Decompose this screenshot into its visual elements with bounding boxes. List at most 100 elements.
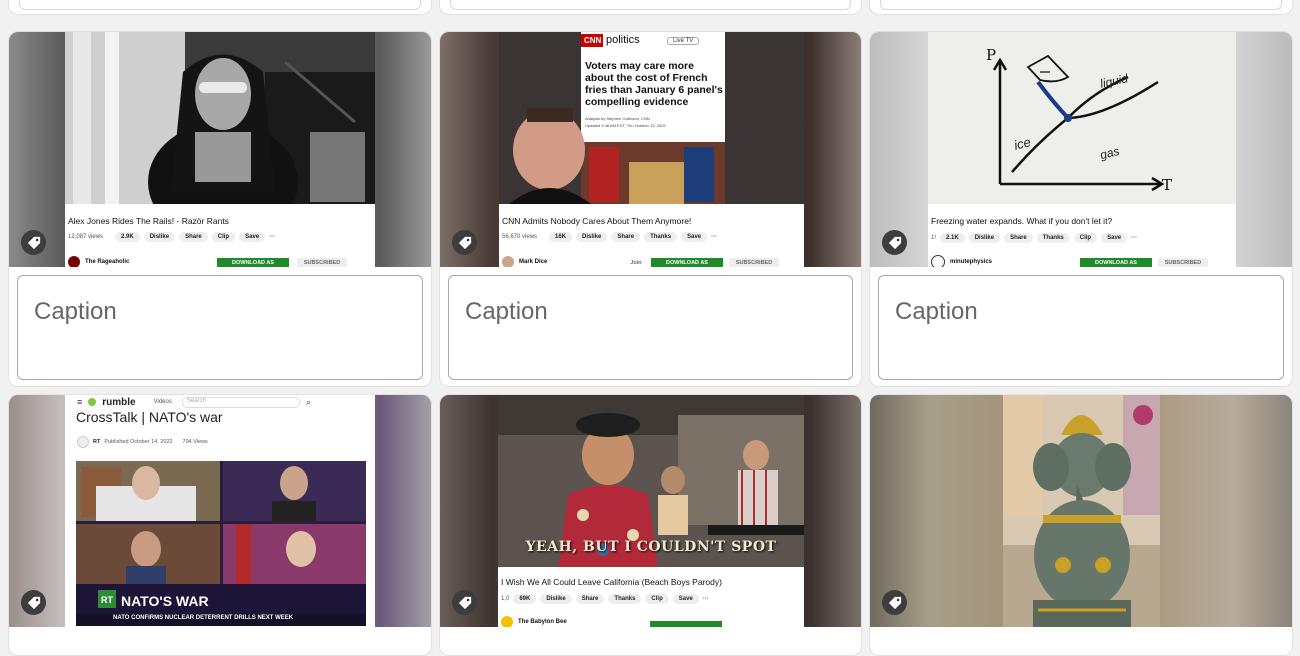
- more-icon[interactable]: ···: [703, 596, 709, 602]
- caption-input[interactable]: Caption: [17, 275, 423, 380]
- thumbnail[interactable]: Alex Jones Rides The Rails! - Razör Rant…: [9, 32, 431, 267]
- view-count: 794 Views: [182, 439, 208, 445]
- menu-icon[interactable]: ≡: [77, 397, 82, 407]
- card-top-partial-3: [869, 0, 1293, 15]
- more-icon[interactable]: ···: [269, 234, 275, 240]
- download-button[interactable]: [650, 621, 722, 627]
- caption-input[interactable]: Caption: [448, 275, 853, 380]
- channel-row: The Babylon Bee: [501, 615, 567, 627]
- thanks-button[interactable]: Thanks: [644, 232, 678, 242]
- thanks-button[interactable]: Thanks: [608, 594, 642, 604]
- thumbnail[interactable]: ≡ rumble Videos Search ⌕ CrossTalk | NAT…: [9, 395, 431, 627]
- download-button[interactable]: DOWNLOAD AS: [1080, 258, 1152, 267]
- subscribed-button[interactable]: SUBSCRIBED: [1158, 258, 1208, 267]
- channel-name: Mark Dice: [519, 259, 548, 265]
- like-button[interactable]: 2.9K: [115, 232, 140, 242]
- dislike-button[interactable]: Dislike: [968, 233, 1001, 243]
- video-title: Alex Jones Rides The Rails! - Razör Rant…: [68, 216, 229, 226]
- tag-icon: [888, 596, 901, 609]
- tag-button[interactable]: [452, 590, 477, 615]
- channel-name: minutephysics: [950, 259, 993, 265]
- live-tv-button[interactable]: Live TV: [667, 37, 700, 45]
- like-button[interactable]: 69K: [513, 594, 537, 604]
- rumble-logo: rumble: [102, 396, 136, 408]
- cnn-headline: Voters may care more about the cost of F…: [585, 60, 723, 108]
- thumbnail[interactable]: [870, 395, 1292, 627]
- channel-row: minutephysics: [931, 255, 992, 267]
- thumbnail[interactable]: P T liquid ice gas Freezing water expand…: [870, 32, 1292, 267]
- search-input[interactable]: Search: [181, 396, 300, 408]
- tag-button[interactable]: [21, 590, 46, 615]
- dislike-button[interactable]: Dislike: [540, 594, 572, 604]
- cnn-updated: Updated 9:48 AM EDT, Thu October 13, 202…: [585, 123, 666, 128]
- caption-input[interactable]: Caption: [878, 275, 1284, 380]
- rt-logo: RT: [101, 595, 113, 605]
- published-date: Published October 14, 2022: [104, 439, 173, 445]
- screenshot-image: P T liquid ice gas Freezing water expand…: [928, 32, 1236, 267]
- channel-avatar: [501, 616, 513, 627]
- caption-placeholder: Caption: [895, 298, 978, 325]
- join-button[interactable]: Join: [625, 258, 647, 267]
- cnn-logo: CNN: [584, 36, 602, 45]
- cnn-header: CNN politics Live TV: [581, 34, 725, 47]
- screenshot-image: CNN politics Live TV Voters may care mor…: [499, 32, 804, 267]
- clip-button[interactable]: Clip: [211, 232, 236, 242]
- save-button[interactable]: Save: [1101, 233, 1128, 243]
- channel-avatar: [502, 256, 514, 267]
- thanks-button[interactable]: Thanks: [1036, 233, 1070, 243]
- share-button[interactable]: Share: [611, 232, 641, 242]
- rumble-header: ≡ rumble Videos Search ⌕: [65, 395, 375, 409]
- share-button[interactable]: Share: [575, 594, 605, 604]
- video-title: Freezing water expands. What if you don'…: [931, 216, 1113, 226]
- more-icon[interactable]: ···: [1131, 235, 1137, 241]
- video-actions-row: 12,087 views 2.9K Dislike Share Clip Sav…: [68, 230, 372, 244]
- like-button[interactable]: 16K: [549, 232, 573, 242]
- channel-name: The Rageaholic: [85, 259, 130, 265]
- save-button[interactable]: Save: [672, 594, 699, 604]
- tag-icon: [888, 236, 901, 249]
- search-icon[interactable]: ⌕: [306, 397, 311, 408]
- caption-box-partial: [450, 0, 851, 10]
- axis-label-p: P: [986, 46, 997, 64]
- image-card[interactable]: [869, 394, 1293, 656]
- tag-button[interactable]: [452, 230, 477, 255]
- download-button[interactable]: DOWNLOAD AS: [217, 258, 289, 267]
- share-button[interactable]: Share: [1004, 233, 1033, 243]
- clip-button[interactable]: Clip: [645, 594, 669, 604]
- subscribed-button[interactable]: SUBSCRIBED: [297, 258, 347, 267]
- thumbnail[interactable]: CNN politics Live TV Voters may care mor…: [440, 32, 861, 267]
- caption-placeholder: Caption: [465, 298, 548, 325]
- caption-box-partial: [880, 0, 1282, 10]
- image-card[interactable]: ≡ rumble Videos Search ⌕ CrossTalk | NAT…: [8, 394, 432, 656]
- video-frame: [76, 461, 366, 626]
- image-card[interactable]: Alex Jones Rides The Rails! - Razör Rant…: [8, 31, 432, 387]
- share-button[interactable]: Share: [179, 232, 208, 242]
- card-top-partial-2: [439, 0, 862, 15]
- dislike-button[interactable]: Dislike: [576, 232, 608, 242]
- thumbnail[interactable]: YEAH, BUT I COULDN'T SPOT I Wish We All …: [440, 395, 861, 627]
- download-button[interactable]: DOWNLOAD AS: [651, 258, 723, 267]
- clip-button[interactable]: Clip: [1073, 233, 1098, 243]
- tag-button[interactable]: [21, 230, 46, 255]
- dislike-button[interactable]: Dislike: [143, 232, 176, 242]
- like-button[interactable]: 2.1K: [940, 233, 965, 243]
- channel-avatar: [77, 436, 89, 448]
- rumble-video-title: CrossTalk | NATO's war: [76, 409, 223, 425]
- video-title: I Wish We All Could Leave California (Be…: [501, 577, 722, 587]
- save-button[interactable]: Save: [239, 232, 266, 242]
- save-button[interactable]: Save: [681, 232, 708, 242]
- image-card[interactable]: YEAH, BUT I COULDN'T SPOT I Wish We All …: [439, 394, 862, 656]
- rumble-logo-icon: [88, 398, 97, 406]
- more-icon[interactable]: ···: [711, 234, 717, 240]
- video-title: CNN Admits Nobody Cares About Them Anymo…: [502, 216, 692, 226]
- subscribed-button[interactable]: SUBSCRIBED: [729, 258, 779, 267]
- videos-menu[interactable]: Videos: [154, 399, 172, 405]
- card-top-partial-1: [8, 0, 432, 15]
- tag-button[interactable]: [882, 590, 907, 615]
- image-card[interactable]: CNN politics Live TV Voters may care mor…: [439, 31, 862, 387]
- ganesha-statue-photo: [1003, 395, 1160, 627]
- image-card[interactable]: P T liquid ice gas Freezing water expand…: [869, 31, 1293, 387]
- channel-avatar: [68, 256, 80, 267]
- tag-button[interactable]: [882, 230, 907, 255]
- view-count: 1!: [931, 235, 937, 241]
